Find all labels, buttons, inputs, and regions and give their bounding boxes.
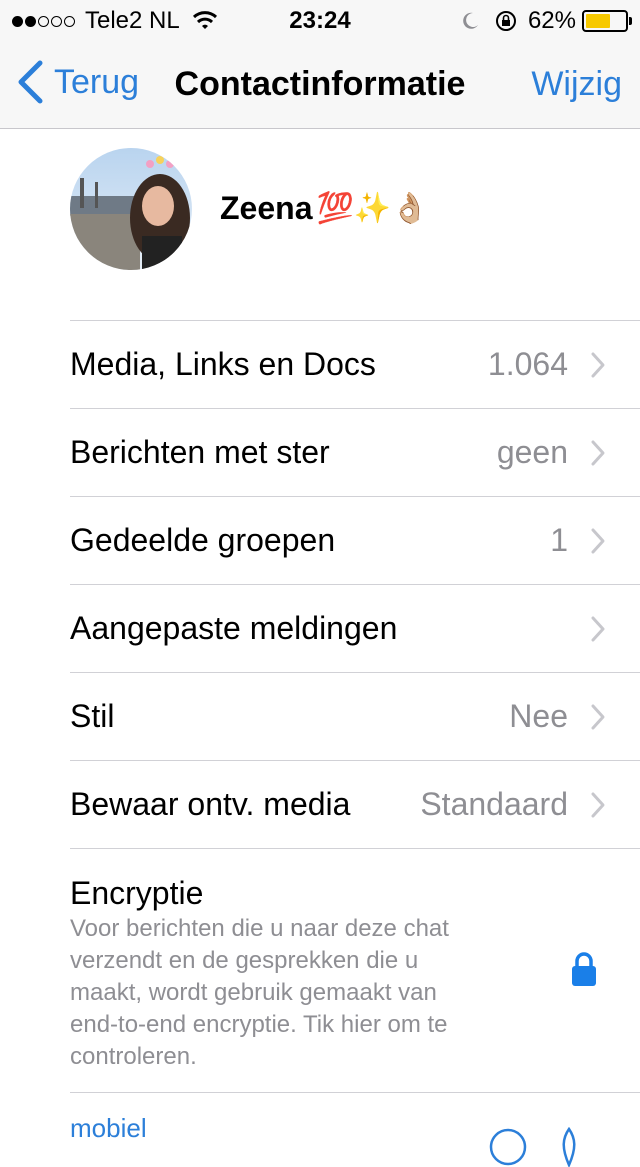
row-starred-messages[interactable]: Berichten met ster geen xyxy=(70,408,640,496)
settings-list: Media, Links en Docs 1.064 Berichten met… xyxy=(70,320,640,1167)
row-value: 1.064 xyxy=(487,346,568,382)
row-encryption[interactable]: Encryptie Voor berichten die u naar deze… xyxy=(70,848,640,1092)
rotation-lock-icon xyxy=(495,11,516,31)
row-custom-notifications[interactable]: Aangepaste meldingen xyxy=(70,584,640,672)
chevron-right-icon xyxy=(591,616,605,642)
row-media-links-docs[interactable]: Media, Links en Docs 1.064 xyxy=(70,320,640,408)
row-value: Nee xyxy=(509,698,568,734)
contact-name-text: Zeena xyxy=(220,190,313,226)
contact-profile: Zeena 💯✨👌🏼 xyxy=(70,148,640,272)
battery-percent: 62% xyxy=(527,7,576,34)
contact-name-emojis: 💯✨👌🏼 xyxy=(316,192,429,225)
call-icon[interactable] xyxy=(488,1127,528,1167)
row-label: Media, Links en Docs xyxy=(70,346,376,382)
row-value: 1 xyxy=(550,522,568,558)
row-label: Stil xyxy=(70,698,115,734)
status-right: 62% xyxy=(460,7,632,35)
row-label: Aangepaste meldingen xyxy=(70,610,398,646)
chevron-right-icon xyxy=(591,440,605,466)
row-label: Berichten met ster xyxy=(70,434,330,470)
encryption-description: Voor berichten die u naar deze chat verz… xyxy=(70,915,449,1070)
row-value: Standaard xyxy=(420,786,568,822)
row-shared-groups[interactable]: Gedeelde groepen 1 xyxy=(70,496,640,584)
encryption-title: Encryptie xyxy=(70,875,204,911)
battery-fill xyxy=(586,14,610,28)
avatar[interactable] xyxy=(70,148,192,270)
row-value: geen xyxy=(496,434,568,470)
contact-name: Zeena 💯✨👌🏼 xyxy=(220,190,429,227)
navigation-bar: Terug Contactinformatie Wijzig xyxy=(0,40,640,129)
lock-icon xyxy=(572,952,596,986)
chevron-right-icon xyxy=(591,528,605,554)
chevron-right-icon xyxy=(591,352,605,378)
row-label: Bewaar ontv. media xyxy=(70,786,351,822)
row-label: Gedeelde groepen xyxy=(70,522,336,558)
row-mute[interactable]: Stil Nee xyxy=(70,672,640,760)
chevron-right-icon xyxy=(591,792,605,818)
battery-icon xyxy=(582,10,632,32)
edit-button[interactable]: Wijzig xyxy=(531,65,622,104)
chevron-right-icon xyxy=(591,704,605,730)
row-save-media[interactable]: Bewaar ontv. media Standaard xyxy=(70,760,640,848)
row-phone-number[interactable]: mobiel xyxy=(70,1092,640,1167)
avatar-photo xyxy=(70,148,192,270)
status-bar: Tele2 NL 23:24 62% xyxy=(0,0,640,40)
video-call-icon[interactable] xyxy=(554,1127,584,1167)
do-not-disturb-icon xyxy=(463,12,478,29)
phone-type-label: mobiel xyxy=(70,1113,147,1143)
